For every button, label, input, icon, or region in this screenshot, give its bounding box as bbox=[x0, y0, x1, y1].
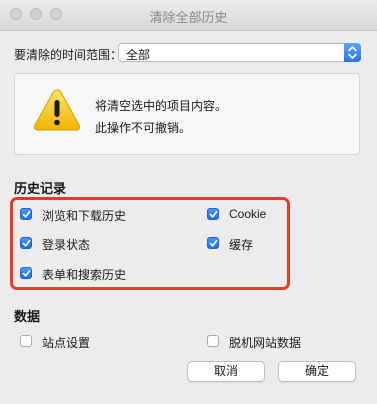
checkbox-label: 站点设置 bbox=[42, 336, 91, 350]
title-bar: 清除全部历史 bbox=[0, 0, 377, 31]
warning-line-1: 将清空选中的项目内容。 bbox=[95, 99, 228, 113]
checkbox-checked-icon[interactable] bbox=[207, 237, 219, 249]
warning-icon bbox=[33, 88, 81, 132]
cancel-button[interactable]: 取消 bbox=[187, 361, 265, 382]
checkbox-unchecked-icon[interactable] bbox=[20, 335, 32, 347]
clear-history-dialog: 清除全部历史 要清除的时间范围： 全部 将清空选中的项目内容。 此操作不可撤销。… bbox=[0, 0, 377, 404]
checkbox-unchecked-icon[interactable] bbox=[207, 335, 219, 347]
time-range-label: 要清除的时间范围： bbox=[14, 48, 123, 62]
select-stepper-icon bbox=[344, 43, 361, 62]
warning-message: 将清空选中的项目内容。 此操作不可撤销。 bbox=[95, 95, 227, 139]
ok-button[interactable]: 确定 bbox=[278, 361, 356, 382]
checkbox-label: 表单和搜索历史 bbox=[42, 268, 127, 282]
checkbox-checked-icon[interactable] bbox=[20, 267, 32, 279]
checkbox-label: 登录状态 bbox=[42, 238, 91, 252]
checkbox-checked-icon[interactable] bbox=[20, 208, 32, 220]
time-range-value: 全部 bbox=[126, 48, 151, 62]
checkbox-label: Cookie bbox=[229, 207, 267, 221]
window-title: 清除全部历史 bbox=[149, 10, 228, 25]
checkbox-label: 脱机网站数据 bbox=[229, 336, 302, 350]
data-section-title: 数据 bbox=[14, 309, 41, 324]
warning-line-2: 此操作不可撤销。 bbox=[95, 121, 192, 135]
time-range-row: 要清除的时间范围： 全部 bbox=[14, 43, 364, 63]
checkbox-label: 浏览和下载历史 bbox=[42, 209, 127, 223]
history-section-title: 历史记录 bbox=[14, 181, 67, 196]
checkbox-checked-icon[interactable] bbox=[20, 237, 32, 249]
warning-panel: 将清空选中的项目内容。 此操作不可撤销。 bbox=[14, 73, 360, 155]
checkbox-label: 缓存 bbox=[229, 238, 254, 252]
time-range-select[interactable]: 全部 bbox=[118, 43, 361, 62]
checkbox-checked-icon[interactable] bbox=[207, 208, 219, 220]
